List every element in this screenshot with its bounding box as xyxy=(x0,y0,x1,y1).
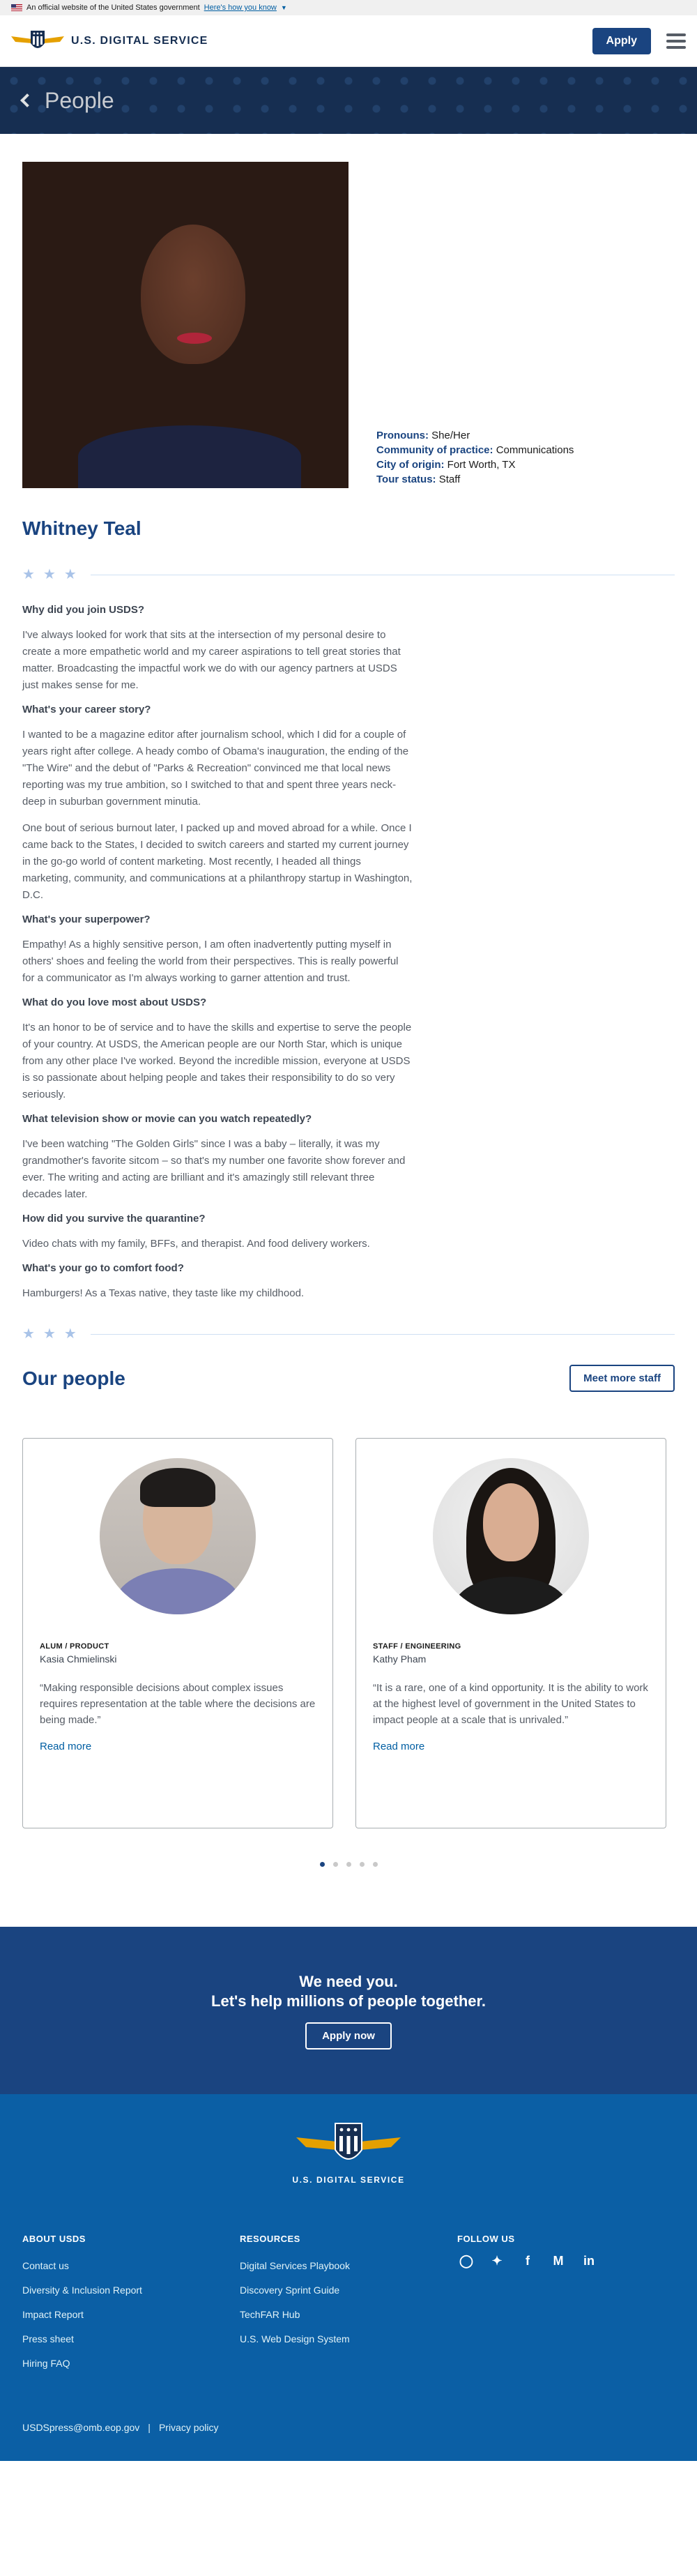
footer-heading: ABOUT USDS xyxy=(22,2234,86,2244)
card-quote: “It is a rare, one of a kind opportunity… xyxy=(373,1682,648,1726)
card-role: STAFF / ENGINEERING xyxy=(373,1642,461,1651)
question: What's your career story? xyxy=(22,704,151,715)
footer-about-column: ABOUT USDS Contact us Diversity & Inclus… xyxy=(22,2234,240,2376)
person-card: ALUM / PRODUCT Kasia Chmielinski “Making… xyxy=(22,1438,333,1828)
our-people-title: Our people xyxy=(22,1367,125,1389)
page-title: People xyxy=(45,87,114,113)
footer-logo[interactable]: U.S. DIGITAL SERVICE xyxy=(22,2122,675,2185)
footer-follow-column: FOLLOW US ◯ ✦ f M in xyxy=(457,2234,675,2376)
carousel-dot-active[interactable] xyxy=(319,1862,325,1867)
read-more-link[interactable]: Read more xyxy=(40,1741,91,1752)
card-quote: “Making responsible decisions about comp… xyxy=(40,1682,316,1726)
footer-email-link[interactable]: USDSpress@omb.eop.gov xyxy=(22,2422,139,2433)
answer: Hamburgers! As a Texas native, they tast… xyxy=(22,1287,305,1299)
profile-section: Pronouns: She/Her Community of practice:… xyxy=(0,134,697,1341)
cta-banner: We need you. Let's help millions of peop… xyxy=(0,1927,697,2094)
footer-link[interactable]: Digital Services Playbook xyxy=(240,2254,457,2278)
footer-link[interactable]: Contact us xyxy=(22,2254,240,2278)
star-icon: ★ xyxy=(43,567,56,582)
question: What's your go to comfort food? xyxy=(22,1262,184,1274)
twitter-icon[interactable]: ✦ xyxy=(488,2254,506,2268)
privacy-policy-link[interactable]: Privacy policy xyxy=(159,2422,219,2433)
hamburger-menu-icon[interactable] xyxy=(666,33,686,49)
footer-resources-column: RESOURCES Digital Services Playbook Disc… xyxy=(240,2234,457,2376)
star-icon: ★ xyxy=(22,1326,35,1342)
answer: It's an honor to be of service and to ha… xyxy=(22,1022,412,1100)
back-chevron-icon[interactable] xyxy=(20,93,34,107)
medium-icon[interactable]: M xyxy=(549,2254,567,2268)
fact-pronouns: Pronouns: She/Her xyxy=(376,430,470,441)
read-more-link[interactable]: Read more xyxy=(373,1741,424,1752)
meet-more-staff-button[interactable]: Meet more staff xyxy=(569,1365,675,1392)
profile-facts: Pronouns: She/Her Community of practice:… xyxy=(376,428,574,488)
site-header: U.S. DIGITAL SERVICE Apply xyxy=(0,15,697,67)
carousel-dot[interactable] xyxy=(359,1862,365,1867)
question: What's your superpower? xyxy=(22,914,151,925)
footer-link[interactable]: Press sheet xyxy=(22,2327,240,2351)
apply-button[interactable]: Apply xyxy=(592,27,651,54)
star-icon: ★ xyxy=(43,1326,56,1342)
gov-banner: An official website of the United States… xyxy=(0,0,697,15)
carousel-dot[interactable] xyxy=(346,1862,351,1867)
fact-city: City of origin: Fort Worth, TX xyxy=(376,459,516,471)
answer: I've always looked for work that sits at… xyxy=(22,629,401,691)
usds-eagle-logo-icon xyxy=(11,30,64,48)
instagram-icon[interactable]: ◯ xyxy=(457,2254,475,2268)
profile-photo xyxy=(22,162,348,488)
our-people-section: Our people Meet more staff ALUM / PRODUC… xyxy=(0,1365,697,1867)
profile-name: Whitney Teal xyxy=(22,517,141,539)
gov-banner-text: An official website of the United States… xyxy=(26,3,200,12)
question: How did you survive the quarantine? xyxy=(22,1213,206,1225)
stars-divider: ★ ★ ★ xyxy=(22,1327,675,1341)
carousel-pagination xyxy=(22,1862,675,1867)
footer-link[interactable]: TechFAR Hub xyxy=(240,2303,457,2327)
question: What do you love most about USDS? xyxy=(22,997,207,1008)
card-name: Kasia Chmielinski xyxy=(40,1653,117,1665)
page-hero: People xyxy=(0,67,697,134)
footer-logo-text: U.S. DIGITAL SERVICE xyxy=(292,2175,405,2185)
answer: I wanted to be a magazine editor after j… xyxy=(22,729,409,808)
star-icon: ★ xyxy=(63,567,77,582)
star-icon: ★ xyxy=(22,567,35,582)
footer-separator: | xyxy=(148,2422,151,2433)
qa-section: Why did you join USDS? I've always looke… xyxy=(22,604,413,1302)
answer: Empathy! As a highly sensitive person, I… xyxy=(22,939,399,984)
carousel-dot[interactable] xyxy=(372,1862,378,1867)
linkedin-icon[interactable]: in xyxy=(580,2254,598,2268)
site-footer: U.S. DIGITAL SERVICE ABOUT USDS Contact … xyxy=(0,2094,697,2461)
heres-how-you-know-link[interactable]: Here's how you know xyxy=(204,3,277,12)
card-role: ALUM / PRODUCT xyxy=(40,1642,109,1651)
us-flag-icon xyxy=(11,4,22,11)
answer: I've been watching "The Golden Girls" si… xyxy=(22,1138,406,1200)
footer-link[interactable]: Impact Report xyxy=(22,2303,240,2327)
person-card: STAFF / ENGINEERING Kathy Pham “It is a … xyxy=(355,1438,666,1828)
logo-text: U.S. DIGITAL SERVICE xyxy=(71,34,208,47)
question: Why did you join USDS? xyxy=(22,604,144,616)
footer-link[interactable]: Discovery Sprint Guide xyxy=(240,2278,457,2303)
question: What television show or movie can you wa… xyxy=(22,1113,312,1125)
carousel-dot[interactable] xyxy=(332,1862,338,1867)
facebook-icon[interactable]: f xyxy=(519,2254,537,2268)
usds-eagle-logo-icon xyxy=(296,2123,401,2160)
cta-line-1: We need you. xyxy=(299,1972,398,1990)
footer-heading: RESOURCES xyxy=(240,2234,300,2244)
star-icon: ★ xyxy=(63,1326,77,1342)
answer: Video chats with my family, BFFs, and th… xyxy=(22,1238,370,1250)
avatar xyxy=(433,1458,589,1614)
fact-tour-status: Tour status: Staff xyxy=(376,473,461,485)
card-name: Kathy Pham xyxy=(373,1653,427,1665)
usds-logo[interactable]: U.S. DIGITAL SERVICE xyxy=(11,29,208,53)
stars-divider: ★ ★ ★ xyxy=(22,568,675,582)
avatar xyxy=(100,1458,256,1614)
footer-heading: FOLLOW US xyxy=(457,2234,515,2244)
footer-link[interactable]: Hiring FAQ xyxy=(22,2351,240,2376)
fact-community: Community of practice: Communications xyxy=(376,444,574,456)
cta-line-2: Let's help millions of people together. xyxy=(211,1992,486,2010)
answer: One bout of serious burnout later, I pac… xyxy=(22,822,413,901)
chevron-down-icon[interactable]: ▼ xyxy=(281,4,287,11)
footer-link[interactable]: U.S. Web Design System xyxy=(240,2327,457,2351)
footer-link[interactable]: Diversity & Inclusion Report xyxy=(22,2278,240,2303)
apply-now-button[interactable]: Apply now xyxy=(305,2022,392,2050)
